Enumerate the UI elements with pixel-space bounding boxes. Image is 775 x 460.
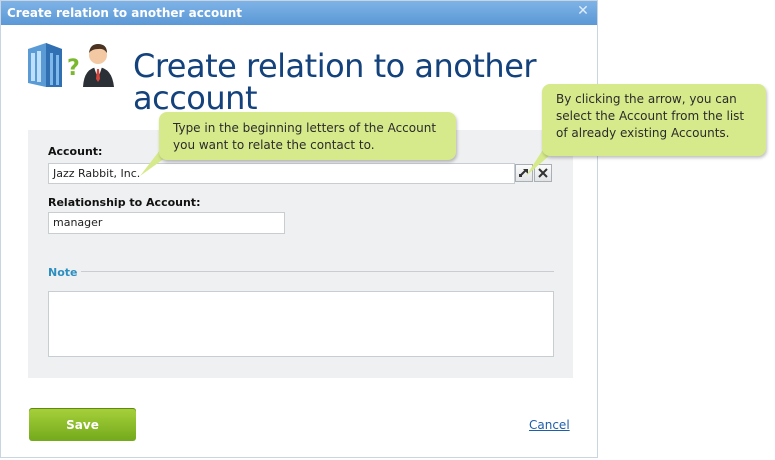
account-tooltip: Type in the beginning letters of the Acc… — [159, 112, 456, 160]
account-label: Account: — [48, 145, 103, 158]
page-title: Create relation to another account — [133, 47, 537, 117]
dialog-title: Create relation to another account — [7, 6, 243, 20]
note-section-title: Note — [48, 266, 78, 279]
building-question-person-icon: ? — [26, 41, 118, 89]
save-button[interactable]: Save — [29, 408, 136, 441]
create-relation-dialog: Create relation to another account ✕ ? C… — [0, 0, 598, 458]
close-icon[interactable]: ✕ — [576, 4, 590, 18]
note-divider — [81, 271, 554, 272]
note-textarea[interactable] — [48, 291, 554, 357]
relationship-input[interactable]: manager — [48, 212, 285, 234]
arrow-tooltip: By clicking the arrow, you can select th… — [542, 84, 766, 156]
cancel-link[interactable]: Cancel — [529, 418, 570, 432]
dialog-titlebar: Create relation to another account ✕ — [1, 1, 597, 25]
account-input[interactable]: Jazz Rabbit, Inc. — [48, 163, 515, 184]
relationship-label: Relationship to Account: — [48, 196, 201, 209]
svg-text:?: ? — [67, 56, 80, 81]
